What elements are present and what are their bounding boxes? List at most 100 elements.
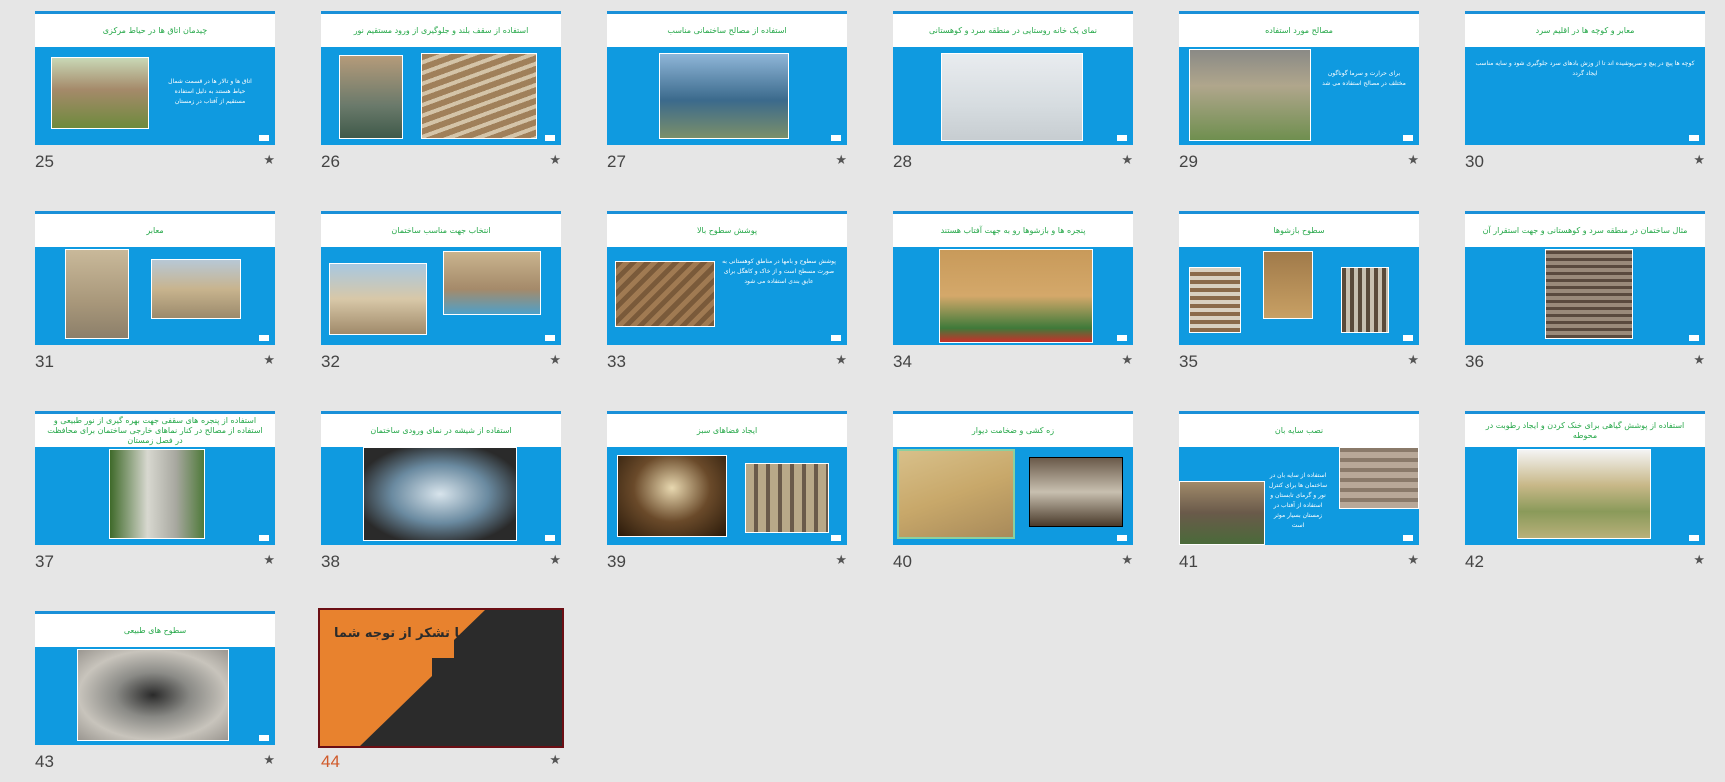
slide-preview[interactable]: ایجاد فضاهای سبز <box>607 411 847 545</box>
slide-title: معابر <box>35 214 275 247</box>
slide-image <box>1189 49 1311 141</box>
slide-preview[interactable]: مثال ساختمان در منطقه سرد و کوهستانی و ج… <box>1465 211 1705 345</box>
slide-preview[interactable]: زه کشی و ضخامت دیوار <box>893 411 1133 545</box>
slide-preview[interactable]: چیدمان اتاق ها در حیاط مرکزی اتاق ها و ت… <box>35 11 275 145</box>
slide-number: 37 <box>35 552 54 571</box>
slide-preview[interactable]: سطوح های طبیعی <box>35 611 275 745</box>
slide-title: مصالح مورد استفاده <box>1179 14 1419 47</box>
slide-title: سطوح های طبیعی <box>35 614 275 647</box>
slide-image <box>443 251 541 315</box>
slide-body: کوچه ها پیچ در پیچ و سرپوشیده اند تا از … <box>1475 60 1695 77</box>
slide-image <box>51 57 149 129</box>
star-icon[interactable]: ★ <box>263 553 275 568</box>
slide-thumbnail[interactable]: استفاده از سقف بلند و جلوگیری از ورود مس… <box>321 11 561 181</box>
slide-number: 42 <box>1465 552 1484 571</box>
slide-body: استفاده از سایه بان در ساختمان ها برای ک… <box>1268 472 1328 529</box>
slide-thumbnail[interactable]: سطوح بازشوها 35 ★ <box>1179 211 1419 381</box>
slide-preview[interactable]: سطوح بازشوها <box>1179 211 1419 345</box>
slide-thumbnail[interactable]: انتخاب جهت مناسب ساختمان 32 ★ <box>321 211 561 381</box>
slide-number: 30 <box>1465 152 1484 171</box>
slide-preview[interactable]: نصب سایه بان استفاده از سایه بان در ساخت… <box>1179 411 1419 545</box>
star-icon[interactable]: ★ <box>835 553 847 568</box>
slide-thumbnail[interactable]: استفاده از شیشه در نمای ورودی ساختمان 38… <box>321 411 561 581</box>
star-icon[interactable]: ★ <box>1693 153 1705 168</box>
slide-preview[interactable]: با تشکر از توجه شما <box>318 608 564 748</box>
star-icon[interactable]: ★ <box>1407 553 1419 568</box>
slide-preview[interactable]: استفاده از پوشش گیاهی برای خنک کردن و ای… <box>1465 411 1705 545</box>
slide-preview[interactable]: استفاده از سقف بلند و جلوگیری از ورود مس… <box>321 11 561 145</box>
slide-title: با تشکر از توجه شما <box>334 626 465 641</box>
slide-thumbnail[interactable]: نمای یک خانه روستایی در منطقه سرد و کوهس… <box>893 11 1133 181</box>
slide-title: پنجره ها و بازشوها رو به جهت آفتاب هستند <box>893 214 1133 247</box>
slide-body: برای حرارت و سرما گوناگون مختلف در مصالح… <box>1322 70 1406 87</box>
star-icon[interactable]: ★ <box>835 353 847 368</box>
star-icon[interactable]: ★ <box>1693 553 1705 568</box>
slide-thumbnail[interactable]: معابر 31 ★ <box>35 211 275 381</box>
slide-thumbnail[interactable]: پنجره ها و بازشوها رو به جهت آفتاب هستند… <box>893 211 1133 381</box>
slide-preview[interactable]: استفاده از مصالح ساختمانی مناسب <box>607 11 847 145</box>
slide-preview[interactable]: انتخاب جهت مناسب ساختمان <box>321 211 561 345</box>
slide-preview[interactable]: پوشش سطوح بالا پوشش سطوح و بامها در مناط… <box>607 211 847 345</box>
slide-thumbnail[interactable]: ایجاد فضاهای سبز 39 ★ <box>607 411 847 581</box>
slide-image <box>1263 251 1313 319</box>
slide-thumbnail[interactable]: مثال ساختمان در منطقه سرد و کوهستانی و ج… <box>1465 211 1705 381</box>
slide-thumbnail[interactable]: استفاده از پوشش گیاهی برای خنک کردن و ای… <box>1465 411 1705 581</box>
star-icon[interactable]: ★ <box>263 353 275 368</box>
slide-thumbnail[interactable]: استفاده از پنجره های سقفی جهت بهره گیری … <box>35 411 275 581</box>
star-icon[interactable]: ★ <box>1121 353 1133 368</box>
star-icon[interactable]: ★ <box>835 153 847 168</box>
slide-title: نصب سایه بان <box>1179 414 1419 447</box>
slide-title: معابر و کوچه ها در اقلیم سرد <box>1465 14 1705 47</box>
slide-image <box>1545 249 1633 339</box>
slide-number: 31 <box>35 352 54 371</box>
slide-preview[interactable]: استفاده از شیشه در نمای ورودی ساختمان <box>321 411 561 545</box>
slide-thumbnail[interactable]: استفاده از مصالح ساختمانی مناسب 27 ★ <box>607 11 847 181</box>
slide-image <box>745 463 829 533</box>
slide-body: پوشش سطوح و بامها در مناطق کوهستانی به ص… <box>722 258 836 285</box>
slide-title: استفاده از پوشش گیاهی برای خنک کردن و ای… <box>1465 414 1705 447</box>
slide-number: 25 <box>35 152 54 171</box>
slide-preview[interactable]: پنجره ها و بازشوها رو به جهت آفتاب هستند <box>893 211 1133 345</box>
slide-thumbnail[interactable]: نصب سایه بان استفاده از سایه بان در ساخت… <box>1179 411 1419 581</box>
slide-thumbnail[interactable]: پوشش سطوح بالا پوشش سطوح و بامها در مناط… <box>607 211 847 381</box>
slide-image <box>65 249 129 339</box>
slide-preview[interactable]: معابر <box>35 211 275 345</box>
slide-thumbnail[interactable]: سطوح های طبیعی 43 ★ <box>35 611 275 781</box>
slide-image <box>1341 267 1389 333</box>
slide-number: 40 <box>893 552 912 571</box>
slide-preview[interactable]: معابر و کوچه ها در اقلیم سرد کوچه ها پیچ… <box>1465 11 1705 145</box>
slide-title: سطوح بازشوها <box>1179 214 1419 247</box>
slide-thumbnail-selected[interactable]: با تشکر از توجه شما 44 ★ <box>318 608 564 781</box>
slide-image <box>1179 481 1265 545</box>
star-icon[interactable]: ★ <box>549 153 561 168</box>
slide-thumbnail[interactable]: چیدمان اتاق ها در حیاط مرکزی اتاق ها و ت… <box>35 11 275 181</box>
slide-title: استفاده از شیشه در نمای ورودی ساختمان <box>321 414 561 447</box>
slide-preview[interactable]: مصالح مورد استفاده برای حرارت و سرما گون… <box>1179 11 1419 145</box>
slide-image <box>1517 449 1651 539</box>
star-icon[interactable]: ★ <box>1407 153 1419 168</box>
slide-number: 41 <box>1179 552 1198 571</box>
star-icon[interactable]: ★ <box>263 153 275 168</box>
star-icon[interactable]: ★ <box>263 753 275 768</box>
slide-image <box>659 53 789 139</box>
slide-thumbnail[interactable]: زه کشی و ضخامت دیوار 40 ★ <box>893 411 1133 581</box>
slide-number: 44 <box>321 752 340 771</box>
slide-thumbnail[interactable]: معابر و کوچه ها در اقلیم سرد کوچه ها پیچ… <box>1465 11 1705 181</box>
slide-image <box>617 455 727 537</box>
star-icon[interactable]: ★ <box>549 753 561 768</box>
star-icon[interactable]: ★ <box>1693 353 1705 368</box>
star-icon[interactable]: ★ <box>1407 353 1419 368</box>
slide-preview[interactable]: استفاده از پنجره های سقفی جهت بهره گیری … <box>35 411 275 545</box>
slide-title: مثال ساختمان در منطقه سرد و کوهستانی و ج… <box>1465 214 1705 247</box>
star-icon[interactable]: ★ <box>549 553 561 568</box>
star-icon[interactable]: ★ <box>549 353 561 368</box>
star-icon[interactable]: ★ <box>1121 553 1133 568</box>
slide-title: پوشش سطوح بالا <box>607 214 847 247</box>
slide-image <box>941 53 1083 141</box>
slide-preview[interactable]: نمای یک خانه روستایی در منطقه سرد و کوهس… <box>893 11 1133 145</box>
slide-number: 28 <box>893 152 912 171</box>
slide-thumbnail[interactable]: مصالح مورد استفاده برای حرارت و سرما گون… <box>1179 11 1419 181</box>
star-icon[interactable]: ★ <box>1121 153 1133 168</box>
slide-number: 43 <box>35 752 54 771</box>
slide-number: 29 <box>1179 152 1198 171</box>
